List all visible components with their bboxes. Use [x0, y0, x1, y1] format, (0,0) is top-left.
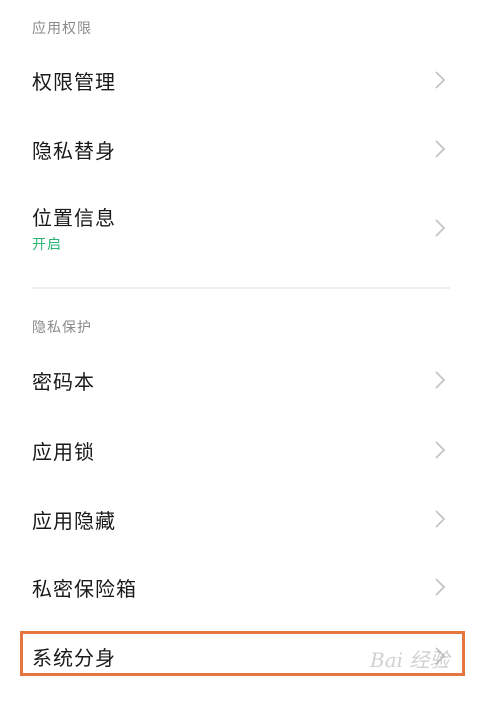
row-label: 应用锁 [32, 439, 95, 464]
chevron-right-icon [433, 440, 447, 460]
row-permission-management[interactable]: 权限管理 [0, 50, 487, 110]
chevron-right-icon [433, 218, 447, 238]
row-label: 私密保险箱 [32, 576, 137, 601]
chevron-right-icon [433, 70, 447, 90]
row-label: 隐私替身 [32, 138, 116, 163]
row-password-book[interactable]: 密码本 [0, 350, 487, 410]
watermark: Bai 经验 [370, 648, 450, 672]
row-label: 位置信息 [32, 206, 116, 230]
chevron-right-icon [433, 509, 447, 529]
row-app-lock[interactable]: 应用锁 [0, 420, 487, 480]
row-app-hide[interactable]: 应用隐藏 [0, 489, 487, 549]
status-text: 开启 [32, 237, 62, 253]
chevron-right-icon [433, 577, 447, 597]
row-privacy-substitute[interactable]: 隐私替身 [0, 119, 487, 179]
section-divider [32, 287, 450, 289]
row-private-safe[interactable]: 私密保险箱 [0, 557, 487, 617]
section-header-app-permissions: 应用权限 [32, 21, 92, 37]
row-label: 密码本 [32, 369, 95, 394]
chevron-right-icon [433, 139, 447, 159]
row-label: 应用隐藏 [32, 508, 116, 533]
row-location-info[interactable]: 位置信息 开启 [0, 190, 487, 266]
chevron-right-icon [433, 370, 447, 390]
section-header-privacy-protection: 隐私保护 [32, 320, 92, 336]
row-label: 权限管理 [32, 69, 116, 94]
